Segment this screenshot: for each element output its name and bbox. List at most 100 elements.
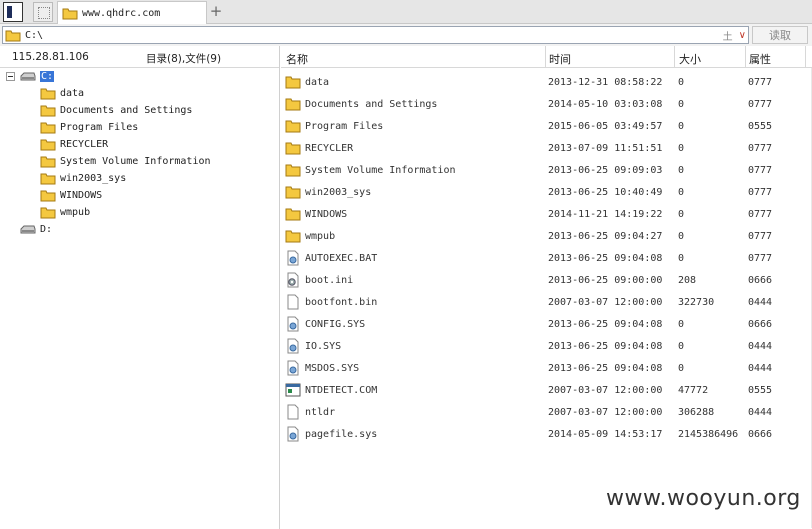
watermark: www.wooyun.org bbox=[606, 486, 801, 511]
file-list-panel: 名称 时间 大小 属性 data 2013-12-31 08:58:22 0 0777… bbox=[281, 46, 812, 529]
file-attr: 0777 bbox=[748, 99, 773, 110]
file-attr: 0777 bbox=[748, 209, 773, 220]
file-size: 0 bbox=[678, 187, 685, 198]
file-attr: 0555 bbox=[748, 385, 773, 396]
file-size: 0 bbox=[678, 121, 685, 132]
file-size: 0 bbox=[678, 99, 685, 110]
tree-item-label: System Volume Information bbox=[60, 156, 211, 167]
file-name: CONFIG.SYS bbox=[305, 319, 366, 330]
tree-item[interactable]: Program Files bbox=[40, 119, 138, 136]
grid-view-button[interactable] bbox=[33, 2, 53, 22]
folder-icon bbox=[62, 8, 78, 19]
file-attr: 0555 bbox=[748, 121, 773, 132]
file-name: wmpub bbox=[305, 231, 336, 242]
column-time-header[interactable]: 时间 bbox=[549, 51, 571, 67]
file-name: NTDETECT.COM bbox=[305, 385, 378, 396]
tree-item[interactable]: WINDOWS bbox=[40, 187, 102, 204]
file-time: 2014-11-21 14:19:22 bbox=[548, 209, 663, 220]
file-name: AUTOEXEC.BAT bbox=[305, 253, 378, 264]
file-time: 2013-12-31 08:58:22 bbox=[548, 77, 663, 88]
file-size: 2145386496 bbox=[678, 429, 739, 440]
system-file-icon bbox=[287, 338, 299, 354]
file-row[interactable]: CONFIG.SYS 2013-06-25 09:04:08 0 0666 bbox=[281, 313, 812, 335]
tree-item-label: RECYCLER bbox=[60, 139, 109, 150]
file-row[interactable]: Documents and Settings 2014-05-10 03:03:0… bbox=[281, 93, 812, 115]
file-size: 0 bbox=[678, 165, 685, 176]
folder-icon bbox=[285, 98, 301, 111]
file-size: 0 bbox=[678, 363, 685, 374]
tree-drive-c[interactable]: C: bbox=[20, 68, 55, 85]
file-attr: 0777 bbox=[748, 231, 773, 242]
folder-icon bbox=[40, 156, 56, 168]
executable-icon bbox=[285, 383, 301, 397]
add-tab-button[interactable]: + bbox=[209, 3, 223, 19]
file-row[interactable]: wmpub 2013-06-25 09:04:27 0 0777 bbox=[281, 225, 812, 247]
file-size: 47772 bbox=[678, 385, 709, 396]
file-row[interactable]: System Volume Information 2013-06-25 09:0… bbox=[281, 159, 812, 181]
file-name: System Volume Information bbox=[305, 165, 456, 176]
file-icon bbox=[287, 404, 299, 420]
tree-item[interactable]: RECYCLER bbox=[40, 136, 108, 153]
file-time: 2013-06-25 09:04:27 bbox=[548, 231, 663, 242]
file-row[interactable]: ntldr 2007-03-07 12:00:00 306288 0444 bbox=[281, 401, 812, 423]
file-attr: 0666 bbox=[748, 429, 773, 440]
file-row[interactable]: pagefile.sys 2014-05-09 14:53:17 214538649… bbox=[281, 423, 812, 445]
hard-drive-icon bbox=[20, 72, 36, 80]
file-row[interactable]: data 2013-12-31 08:58:22 0 0777 bbox=[281, 71, 812, 93]
panel-toggle-button[interactable] bbox=[3, 2, 23, 22]
collapse-toggle-icon[interactable] bbox=[6, 72, 15, 81]
file-attr: 0444 bbox=[748, 363, 773, 374]
tab-active[interactable]: www.qhdrc.com bbox=[57, 1, 207, 24]
file-size: 0 bbox=[678, 231, 685, 242]
file-attr: 0666 bbox=[748, 275, 773, 286]
file-time: 2014-05-09 14:53:17 bbox=[548, 429, 663, 440]
folder-icon bbox=[40, 139, 56, 151]
file-row[interactable]: MSDOS.SYS 2013-06-25 09:04:08 0 0444 bbox=[281, 357, 812, 379]
file-name: bootfont.bin bbox=[305, 297, 378, 308]
file-row[interactable]: WINDOWS 2014-11-21 14:19:22 0 0777 bbox=[281, 203, 812, 225]
read-button[interactable]: 读取 bbox=[752, 26, 808, 44]
file-name: MSDOS.SYS bbox=[305, 363, 360, 374]
file-row[interactable]: IO.SYS 2013-06-25 09:04:08 0 0444 bbox=[281, 335, 812, 357]
file-row[interactable]: Program Files 2015-06-05 03:49:57 0 0555 bbox=[281, 115, 812, 137]
file-row[interactable]: boot.ini 2013-06-25 09:00:00 208 0666 bbox=[281, 269, 812, 291]
tree-item[interactable]: System Volume Information bbox=[40, 153, 211, 170]
file-row[interactable]: NTDETECT.COM 2007-03-07 12:00:00 47772 0555 bbox=[281, 379, 812, 401]
tree-item[interactable]: win2003_sys bbox=[40, 170, 126, 187]
file-size: 0 bbox=[678, 77, 685, 88]
up-directory-icon[interactable]: 土 bbox=[723, 28, 733, 43]
folder-icon bbox=[40, 173, 56, 185]
column-size-header[interactable]: 大小 bbox=[679, 51, 701, 67]
file-row[interactable]: AUTOEXEC.BAT 2013-06-25 09:04:08 0 0777 bbox=[281, 247, 812, 269]
folder-icon bbox=[40, 190, 56, 202]
folder-icon bbox=[40, 105, 56, 117]
file-row[interactable]: bootfont.bin 2007-03-07 12:00:00 322730 044… bbox=[281, 291, 812, 313]
file-attr: 0777 bbox=[748, 253, 773, 264]
tree-item-label: data bbox=[60, 88, 85, 99]
file-time: 2007-03-07 12:00:00 bbox=[548, 385, 663, 396]
file-time: 2013-06-25 09:00:00 bbox=[548, 275, 663, 286]
path-input[interactable]: C:\ 土 ∨ bbox=[2, 26, 749, 44]
tree-item[interactable]: data bbox=[40, 85, 84, 102]
file-attr: 0777 bbox=[748, 165, 773, 176]
tree-item[interactable]: wmpub bbox=[40, 204, 90, 221]
file-row[interactable]: win2003_sys 2013-06-25 10:40:49 0 0777 bbox=[281, 181, 812, 203]
file-attr: 0666 bbox=[748, 319, 773, 330]
file-size: 0 bbox=[678, 143, 685, 154]
file-size: 0 bbox=[678, 209, 685, 220]
column-name-header[interactable]: 名称 bbox=[286, 51, 308, 67]
file-row[interactable]: RECYCLER 2013-07-09 11:51:51 0 0777 bbox=[281, 137, 812, 159]
file-time: 2013-06-25 09:04:08 bbox=[548, 253, 663, 264]
address-bar: C:\ 土 ∨ 读取 bbox=[0, 24, 812, 46]
chevron-down-icon[interactable]: ∨ bbox=[739, 30, 746, 41]
tree-drive-d[interactable]: D: bbox=[20, 221, 52, 238]
folder-icon bbox=[285, 120, 301, 133]
folder-icon bbox=[285, 76, 301, 89]
column-attr-header[interactable]: 属性 bbox=[749, 51, 771, 67]
tree-item-label: win2003_sys bbox=[60, 173, 127, 184]
file-size: 322730 bbox=[678, 297, 715, 308]
tree-item[interactable]: Documents and Settings bbox=[40, 102, 192, 119]
file-name: win2003_sys bbox=[305, 187, 372, 198]
system-file-icon bbox=[287, 250, 299, 266]
folder-icon bbox=[285, 142, 301, 155]
